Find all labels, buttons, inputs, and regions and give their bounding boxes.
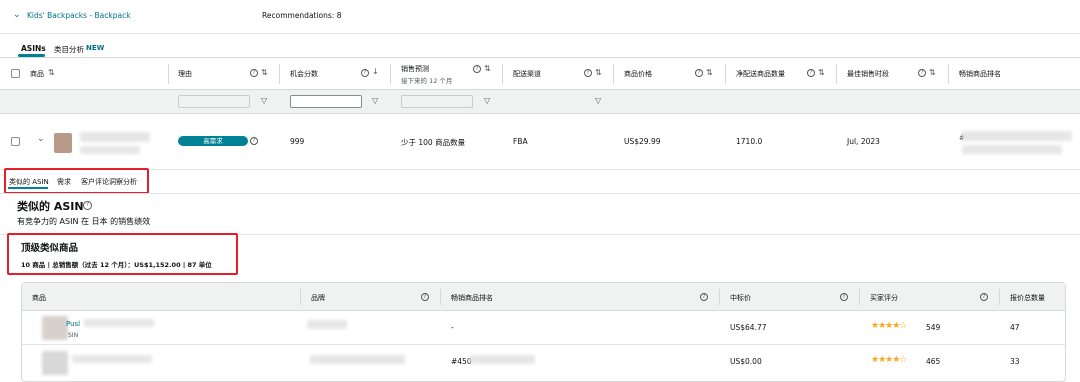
help-icon[interactable]: ? bbox=[83, 201, 92, 210]
filter-row: ▽ ▽ ▽ ▽ bbox=[0, 90, 1080, 114]
col-total-offers: 报价总数量 bbox=[1010, 294, 1045, 302]
col-opportunity-score: 机会分数 bbox=[290, 70, 318, 78]
section-description: 有竞争力的 ASIN 在 日本 的销售绩效 bbox=[17, 217, 151, 226]
col-brand: 品牌 bbox=[311, 294, 325, 302]
sort-icon[interactable]: ⇅ bbox=[595, 68, 602, 77]
brand-redacted bbox=[310, 355, 405, 364]
help-icon[interactable]: ? bbox=[840, 293, 848, 301]
help-icon[interactable]: ? bbox=[421, 293, 429, 301]
col-sales-forecast-sub: 接下来的 12 个月 bbox=[401, 77, 453, 85]
sort-icon[interactable]: ⇅ bbox=[484, 64, 491, 73]
bestseller-rank-redacted bbox=[470, 355, 535, 364]
col-bestseller-rank: 畅销商品排名 bbox=[959, 70, 1001, 78]
col-bestseller-rank: 畅销商品排名 bbox=[451, 294, 493, 302]
col-net-shipped-units: 净配送商品数量 bbox=[736, 70, 785, 78]
bestseller-rank: #450 bbox=[451, 357, 472, 366]
bestseller-rank-redacted bbox=[962, 145, 1062, 154]
help-icon[interactable]: ? bbox=[250, 137, 258, 145]
sort-icon[interactable]: ⇅ bbox=[48, 68, 55, 77]
help-icon[interactable]: ? bbox=[700, 293, 708, 301]
filter-icon[interactable]: ▽ bbox=[484, 96, 490, 105]
col-product: 商品 bbox=[30, 70, 44, 78]
annotation-box-summary bbox=[7, 233, 238, 275]
filter-icon[interactable]: ▽ bbox=[372, 96, 378, 105]
similar-table-header: 商品 品牌 ? 畅销商品排名 ? 中标价 ? 买家评分 ? 报价总数量 bbox=[22, 283, 1065, 311]
product-asin-redacted bbox=[80, 146, 140, 154]
fulfillment-channel: FBA bbox=[513, 137, 528, 146]
col-best-sales-period: 最佳销售时段 bbox=[847, 70, 889, 78]
help-icon[interactable]: ? bbox=[361, 69, 369, 77]
sales-forecast: 少于 100 商品数量 bbox=[401, 138, 466, 147]
bestseller-rank: - bbox=[451, 323, 454, 332]
product-image-redacted bbox=[42, 316, 68, 340]
brand-redacted bbox=[307, 320, 347, 329]
new-badge: NEW bbox=[86, 44, 105, 52]
reason-badge: 高需求 bbox=[178, 136, 248, 146]
reason-filter-input[interactable] bbox=[178, 95, 250, 108]
help-icon[interactable]: ? bbox=[584, 69, 592, 77]
opportunity-score: 999 bbox=[290, 137, 305, 146]
breadcrumb[interactable]: Kids' Backpacks - Backpack bbox=[27, 11, 131, 20]
col-product: 商品 bbox=[32, 294, 46, 302]
winning-price: US$64.77 bbox=[730, 323, 767, 332]
col-customer-rating: 买家评分 bbox=[870, 294, 898, 302]
product-price: US$29.99 bbox=[624, 137, 661, 146]
help-icon[interactable]: ? bbox=[980, 293, 988, 301]
col-winning-price: 中标价 bbox=[730, 294, 751, 302]
sort-down-icon[interactable]: ↓ bbox=[372, 67, 379, 76]
tab-active-indicator bbox=[18, 54, 45, 57]
recommendations-count: Recommendations: 8 bbox=[262, 11, 342, 20]
sort-icon[interactable]: ⇅ bbox=[929, 68, 936, 77]
help-icon[interactable]: ? bbox=[250, 69, 258, 77]
sort-icon[interactable]: ⇅ bbox=[261, 68, 268, 77]
row-checkbox[interactable] bbox=[11, 137, 20, 146]
chevron-down-icon[interactable]: ⌄ bbox=[13, 10, 21, 20]
section-title: 类似的 ASIN bbox=[17, 200, 84, 213]
table-row[interactable]: ⌄ 高需求 ? 999 少于 100 商品数量 FBA US$29.99 171… bbox=[0, 114, 1080, 170]
rating-stars-icon: ★★★★☆ bbox=[871, 321, 907, 331]
tab-bar: ASINs 类目分析 NEW bbox=[0, 34, 1080, 58]
product-thumbnail[interactable] bbox=[54, 133, 72, 153]
score-filter-input[interactable] bbox=[290, 95, 362, 108]
rating-count: 465 bbox=[926, 357, 941, 366]
col-reason: 理由 bbox=[178, 70, 192, 78]
product-title-redacted bbox=[84, 319, 154, 327]
filter-icon[interactable]: ▽ bbox=[595, 96, 601, 105]
divider bbox=[0, 193, 1080, 194]
product-image-redacted bbox=[42, 351, 68, 375]
asin-fragment: SIN bbox=[68, 332, 79, 339]
sort-icon[interactable]: ⇅ bbox=[706, 68, 713, 77]
tab-asins[interactable]: ASINs bbox=[21, 44, 46, 53]
total-offers: 47 bbox=[1010, 323, 1020, 332]
help-icon[interactable]: ? bbox=[695, 69, 703, 77]
table-row[interactable]: #450 US$0.00 ★★★★☆ 465 33 bbox=[22, 345, 1065, 379]
col-price: 商品价格 bbox=[624, 70, 652, 78]
forecast-filter-input[interactable] bbox=[401, 95, 473, 108]
product-link[interactable]: Pusl bbox=[66, 320, 80, 328]
best-sales-period: Jul, 2023 bbox=[847, 137, 880, 146]
rating-count: 549 bbox=[926, 323, 941, 332]
col-sales-forecast: 销售预测 bbox=[401, 65, 429, 73]
rating-stars-icon: ★★★★☆ bbox=[871, 355, 907, 365]
select-all-checkbox[interactable] bbox=[11, 69, 20, 78]
similar-products-table: 商品 品牌 ? 畅销商品排名 ? 中标价 ? 买家评分 ? 报价总数量 Pusl… bbox=[21, 282, 1066, 382]
winning-price: US$0.00 bbox=[730, 357, 762, 366]
annotation-box-subtabs bbox=[4, 168, 149, 194]
product-title-redacted bbox=[72, 355, 152, 363]
sort-icon[interactable]: ⇅ bbox=[818, 68, 825, 77]
filter-icon[interactable]: ▽ bbox=[261, 96, 267, 105]
net-shipped-units: 1710.0 bbox=[736, 137, 763, 146]
help-icon[interactable]: ? bbox=[807, 69, 815, 77]
tab-category-analysis[interactable]: 类目分析 bbox=[54, 44, 84, 55]
col-fulfillment-channel: 配送渠道 bbox=[513, 70, 541, 78]
expand-chevron-icon[interactable]: ⌄ bbox=[37, 134, 45, 144]
help-icon[interactable]: ? bbox=[473, 65, 481, 73]
total-offers: 33 bbox=[1010, 357, 1020, 366]
top-bar: ⌄ Kids' Backpacks - Backpack Recommendat… bbox=[0, 0, 1080, 34]
help-icon[interactable]: ? bbox=[918, 69, 926, 77]
product-title-redacted bbox=[80, 132, 150, 142]
table-row[interactable]: Pusl SIN - US$64.77 ★★★★☆ 549 47 bbox=[22, 311, 1065, 345]
table-header: 商品 ⇅ 理由 ? ⇅ 机会分数 ? ↓ 销售预测 接下来的 12 个月 ? ⇅… bbox=[0, 58, 1080, 90]
bestseller-rank-redacted bbox=[962, 131, 1072, 141]
